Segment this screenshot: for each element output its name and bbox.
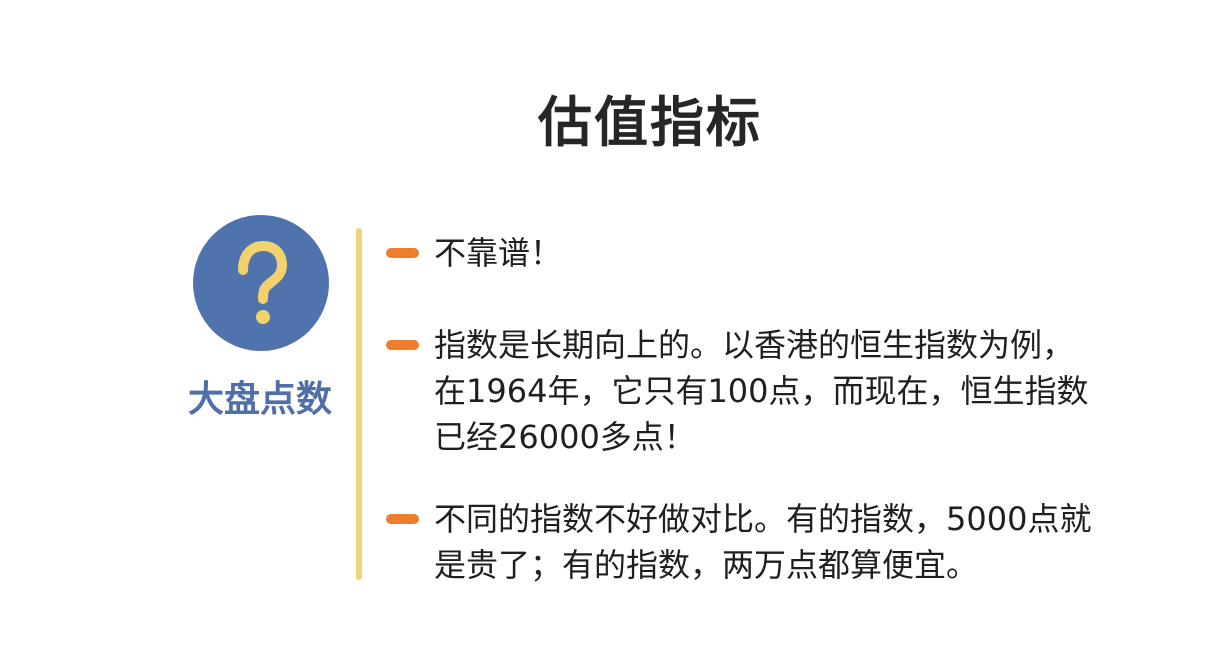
question-mark-icon <box>193 215 329 351</box>
bullet-text: 不靠谱！ <box>434 234 563 272</box>
bullet-text: 不同的指数不好做对比。有的指数，5000点就 是贵了；有的指数，两万点都算便宜。 <box>434 500 1092 584</box>
vertical-divider <box>356 228 362 580</box>
orange-dash-icon <box>386 248 419 258</box>
bullet-text: 指数是长期向上的。以香港的恒生指数为例， 在1964年，它只有100点，而现在，… <box>434 326 1089 456</box>
topic-label: 大盘点数 <box>187 379 332 420</box>
page-title: 估值指标 <box>538 91 762 154</box>
orange-dash-icon <box>386 340 419 350</box>
orange-dash-icon <box>386 514 419 524</box>
